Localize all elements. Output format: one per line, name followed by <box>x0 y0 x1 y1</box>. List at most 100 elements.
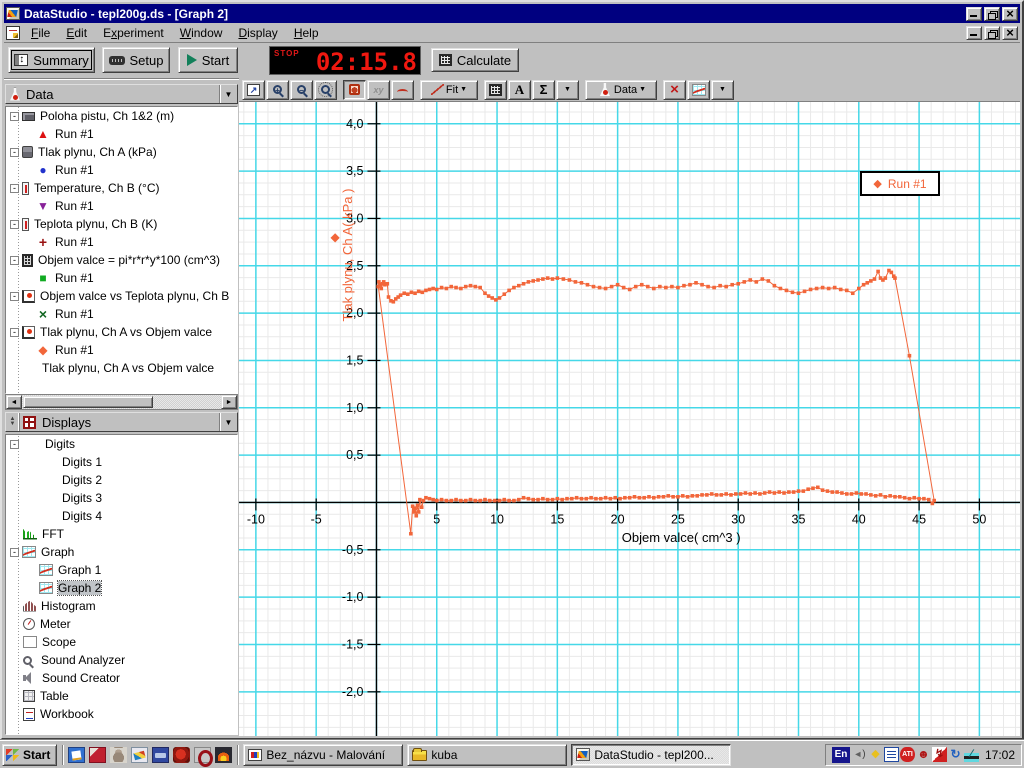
wordpad-quicklaunch-icon[interactable] <box>68 746 86 763</box>
menu-help[interactable]: Help <box>287 24 326 42</box>
data-run-item[interactable]: + Run #1 <box>6 233 237 251</box>
displays-panel-dropdown[interactable]: ▼ <box>219 413 237 431</box>
lightning-tray-icon[interactable] <box>931 747 947 762</box>
winamp-quicklaunch-icon[interactable] <box>215 746 233 763</box>
data-item-7[interactable]: Tlak plynu, Ch A vs Objem valce <box>6 359 237 377</box>
expander-icon[interactable]: - <box>10 439 19 449</box>
statistics-menu-button[interactable]: ▼ <box>556 79 579 100</box>
task-button-folder[interactable]: kuba <box>407 743 568 766</box>
plot-area[interactable]: 4,0 3,5 3,0 2,5 2,0 1,5 1,0 0,5 -0,5 -1,0 -1,5 -2,0… <box>239 102 1020 736</box>
graph-settings-menu-button[interactable]: ▼ <box>711 79 734 100</box>
menu-experiment[interactable]: Experiment <box>96 24 171 42</box>
data-panel-header[interactable]: Data ▼ <box>5 84 238 104</box>
media-quicklaunch-icon[interactable] <box>152 746 170 763</box>
data-tree-hscrollbar[interactable]: ◄ ► <box>5 394 238 410</box>
summary-button[interactable]: Summary <box>8 47 95 73</box>
display-item-digits-1[interactable]: Digits 1 <box>6 453 237 471</box>
smart-tool-button[interactable] <box>343 79 366 100</box>
scroll-left-arrow[interactable]: ◄ <box>6 395 22 409</box>
opera-quicklaunch-icon[interactable] <box>194 746 214 767</box>
statistics-button[interactable]: Σ <box>532 79 555 100</box>
display-item-workbook[interactable]: Workbook <box>6 705 237 723</box>
display-item-fft[interactable]: FFT <box>6 525 237 543</box>
data-run-item[interactable]: × Run #1 <box>6 305 237 323</box>
start-button[interactable]: Start <box>178 47 238 73</box>
expander-icon[interactable]: - <box>10 219 19 229</box>
data-item-1[interactable]: - Tlak plynu, Ch A (kPa) <box>6 143 237 161</box>
expander-icon[interactable]: - <box>10 291 19 301</box>
task-button-paint[interactable]: Bez_názvu - Malování <box>243 743 404 766</box>
data-panel-dropdown[interactable]: ▼ <box>219 85 237 103</box>
menu-file[interactable]: File <box>24 24 57 42</box>
title-bar[interactable]: DataStudio - tepl200g.ds - [Graph 2] <box>4 4 1020 23</box>
expander-icon[interactable]: - <box>10 255 19 265</box>
curve-note-button[interactable] <box>391 79 414 100</box>
ati-tray-icon[interactable] <box>899 747 915 762</box>
expander-icon[interactable]: - <box>10 111 19 121</box>
data-run-item[interactable]: ■ Run #1 <box>6 269 237 287</box>
zoom-out-button[interactable]: − <box>290 79 313 100</box>
imaging-quicklaunch-icon[interactable] <box>131 746 149 763</box>
tablet-tray-icon[interactable] <box>963 747 979 762</box>
scroll-thumb[interactable] <box>23 396 153 408</box>
graph-window-restore-button[interactable] <box>984 25 1000 40</box>
data-run-item[interactable]: ▼ Run #1 <box>6 197 237 215</box>
language-indicator[interactable]: En <box>831 746 850 763</box>
fit-menu-button[interactable]: Fit ▼ <box>420 79 478 100</box>
display-item-digits[interactable]: - Digits <box>6 435 237 453</box>
setup-button[interactable]: Setup <box>102 47 170 73</box>
display-item-digits-3[interactable]: Digits 3 <box>6 489 237 507</box>
menu-edit[interactable]: Edit <box>59 24 94 42</box>
display-item-graph-2[interactable]: Graph 2 <box>6 579 237 597</box>
graph-window-close-button[interactable] <box>1002 25 1018 40</box>
window-restore-button[interactable] <box>984 6 1000 21</box>
irfanview-quicklaunch-icon[interactable] <box>173 746 191 763</box>
data-item-4[interactable]: - Objem valce = pi*r*r*y*100 (cm^3) <box>6 251 237 269</box>
panel-spinner[interactable]: ▲ ▼ <box>6 413 20 431</box>
zoom-select-button[interactable] <box>314 79 337 100</box>
display-item-graph[interactable]: - Graph <box>6 543 237 561</box>
scroll-right-arrow[interactable]: ► <box>221 395 237 409</box>
y-axis-label[interactable]: Tlak plynu, Ch A( kPa ) <box>340 135 355 375</box>
data-run-item[interactable]: ◆ Run #1 <box>6 341 237 359</box>
data-item-6[interactable]: - Tlak plynu, Ch A vs Objem valce <box>6 323 237 341</box>
expander-icon[interactable]: - <box>10 327 19 337</box>
start-menu-button[interactable]: Start <box>2 743 58 766</box>
expander-icon[interactable]: - <box>10 547 19 557</box>
window-minimize-button[interactable] <box>966 6 982 21</box>
window-close-button[interactable] <box>1002 6 1018 21</box>
slope-tool-button[interactable]: xy <box>367 79 390 100</box>
hat-quicklaunch-icon[interactable] <box>110 747 127 763</box>
legend[interactable]: ◆ Run #1 <box>860 171 940 196</box>
display-item-table[interactable]: Table <box>6 687 237 705</box>
text-note-button[interactable]: A <box>508 79 531 100</box>
data-item-2[interactable]: - Temperature, Ch B (°C) <box>6 179 237 197</box>
diamond-tray-icon[interactable] <box>868 747 883 762</box>
data-item-3[interactable]: - Teplota plynu, Ch B (K) <box>6 215 237 233</box>
menu-window[interactable]: Window <box>173 24 230 42</box>
data-menu-button[interactable]: Data ▼ <box>585 79 657 100</box>
display-item-graph-1[interactable]: Graph 1 <box>6 561 237 579</box>
calculate-button[interactable]: Calculate <box>431 48 519 72</box>
display-item-meter[interactable]: Meter <box>6 615 237 633</box>
graph-window-minimize-button[interactable] <box>966 25 982 40</box>
menu-display[interactable]: Display <box>231 24 284 42</box>
scheduler-tray-icon[interactable] <box>883 747 899 762</box>
displays-panel-header[interactable]: ▲ ▼ Displays ▼ <box>5 412 238 432</box>
data-item-5[interactable]: - Objem valce vs Teplota plynu, Ch B <box>6 287 237 305</box>
scale-to-fit-button[interactable]: ↗ <box>242 79 265 100</box>
document-icon[interactable] <box>6 25 20 40</box>
display-item-sound-analyzer[interactable]: Sound Analyzer <box>6 651 237 669</box>
data-run-item[interactable]: ● Run #1 <box>6 161 237 179</box>
zoom-in-button[interactable]: + <box>266 79 289 100</box>
data-item-0[interactable]: - Poloha pistu, Ch 1&2 (m) <box>6 107 237 125</box>
expander-icon[interactable]: - <box>10 147 19 157</box>
acrobat-quicklaunch-icon[interactable] <box>89 746 107 763</box>
display-item-digits-2[interactable]: Digits 2 <box>6 471 237 489</box>
expander-icon[interactable]: - <box>10 183 19 193</box>
task-button-datastudio[interactable]: DataStudio - tepl200... <box>571 743 732 766</box>
display-item-sound-creator[interactable]: Sound Creator <box>6 669 237 687</box>
display-item-scope[interactable]: Scope <box>6 633 237 651</box>
display-item-histogram[interactable]: Histogram <box>6 597 237 615</box>
sync-tray-icon[interactable] <box>948 747 963 762</box>
